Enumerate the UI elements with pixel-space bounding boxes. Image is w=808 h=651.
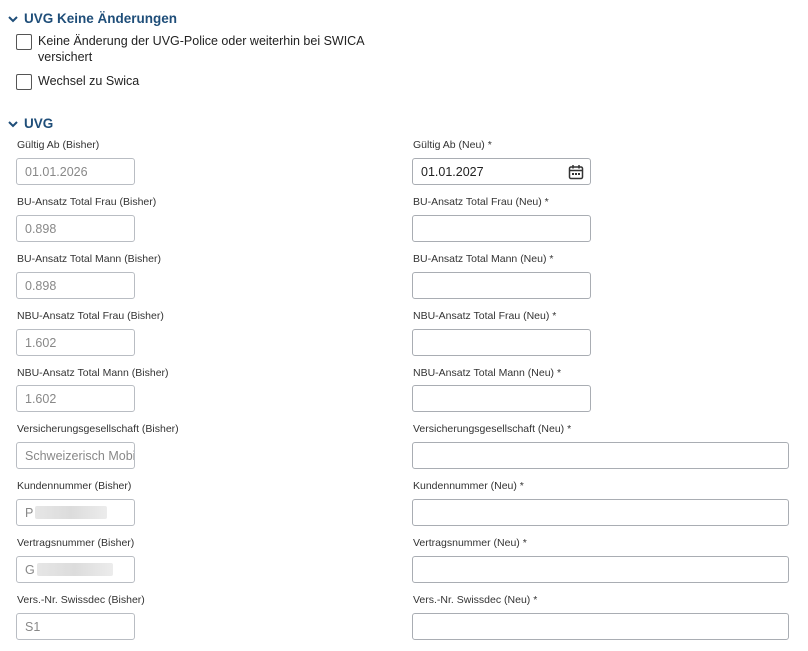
label-nbu-mann-neu: NBU-Ansatz Total Mann (Neu) * <box>413 367 562 379</box>
section-title-uvg: UVG <box>24 116 54 131</box>
input-kundennummer-neu[interactable] <box>412 499 789 526</box>
label-swissdec-neu: Vers.-Nr. Swissdec (Neu) * <box>413 594 538 606</box>
chevron-down-icon <box>8 120 18 127</box>
checkbox-wechsel-zu-swica[interactable] <box>16 74 32 90</box>
chevron-down-icon <box>8 15 18 22</box>
label-kundennummer-neu: Kundennummer (Neu) * <box>413 480 524 492</box>
input-versicherungsgesellschaft-bisher: Schweizerisch Mobi <box>16 442 135 469</box>
input-gueltig-ab-bisher: 01.01.2026 <box>16 158 135 185</box>
label-vertragsnummer-bisher: Vertragsnummer (Bisher) <box>17 537 135 549</box>
input-swissdec-bisher: S1 <box>16 613 135 640</box>
input-nbu-frau-neu[interactable] <box>412 329 591 356</box>
checkbox-keine-aenderung[interactable] <box>16 34 32 50</box>
input-vertragsnummer-bisher: G <box>16 556 135 583</box>
input-swissdec-neu[interactable] <box>412 613 789 640</box>
label-kundennummer-bisher: Kundennummer (Bisher) <box>17 480 132 492</box>
input-versicherungsgesellschaft-neu[interactable] <box>412 442 789 469</box>
section-toggle-uvg[interactable]: UVG <box>6 116 53 131</box>
label-bu-mann-bisher: BU-Ansatz Total Mann (Bisher) <box>17 253 161 265</box>
label-bu-mann-neu: BU-Ansatz Total Mann (Neu) * <box>413 253 554 265</box>
section-toggle-uvg-keine-aenderungen[interactable]: UVG Keine Änderungen <box>6 11 177 26</box>
label-versicherungsgesellschaft-bisher: Versicherungsgesellschaft (Bisher) <box>17 423 179 435</box>
input-bu-mann-neu[interactable] <box>412 272 591 299</box>
redacted-value <box>35 506 108 519</box>
label-vertragsnummer-neu: Vertragsnummer (Neu) * <box>413 537 527 549</box>
label-bu-frau-neu: BU-Ansatz Total Frau (Neu) * <box>413 196 549 208</box>
option-keine-aenderung[interactable]: Keine Änderung der UVG-Police oder weite… <box>16 33 378 65</box>
calendar-icon[interactable] <box>568 164 584 180</box>
option-label-wechsel-zu-swica: Wechsel zu Swica <box>38 74 140 88</box>
label-gueltig-ab-neu: Gültig Ab (Neu) * <box>413 139 492 151</box>
label-nbu-frau-bisher: NBU-Ansatz Total Frau (Bisher) <box>17 310 164 322</box>
label-nbu-mann-bisher: NBU-Ansatz Total Mann (Bisher) <box>17 367 169 379</box>
input-nbu-mann-neu[interactable] <box>412 385 591 412</box>
input-bu-mann-bisher: 0.898 <box>16 272 135 299</box>
option-wechsel-zu-swica[interactable]: Wechsel zu Swica <box>16 73 378 90</box>
input-kundennummer-bisher: P <box>16 499 135 526</box>
label-versicherungsgesellschaft-neu: Versicherungsgesellschaft (Neu) * <box>413 423 572 435</box>
input-vertragsnummer-neu[interactable] <box>412 556 789 583</box>
input-nbu-mann-bisher: 1.602 <box>16 385 135 412</box>
option-label-keine-aenderung: Keine Änderung der UVG-Police oder weite… <box>38 34 364 64</box>
redacted-value <box>36 563 113 576</box>
input-gueltig-ab-neu[interactable]: 01.01.2027 <box>412 158 591 185</box>
label-gueltig-ab-bisher: Gültig Ab (Bisher) <box>17 139 100 151</box>
input-bu-frau-neu[interactable] <box>412 215 591 242</box>
section-title-uvg-keine-aenderungen: UVG Keine Änderungen <box>24 11 178 26</box>
label-bu-frau-bisher: BU-Ansatz Total Frau (Bisher) <box>17 196 157 208</box>
label-swissdec-bisher: Vers.-Nr. Swissdec (Bisher) <box>17 594 145 606</box>
input-nbu-frau-bisher: 1.602 <box>16 329 135 356</box>
label-nbu-frau-neu: NBU-Ansatz Total Frau (Neu) * <box>413 310 557 322</box>
input-bu-frau-bisher: 0.898 <box>16 215 135 242</box>
